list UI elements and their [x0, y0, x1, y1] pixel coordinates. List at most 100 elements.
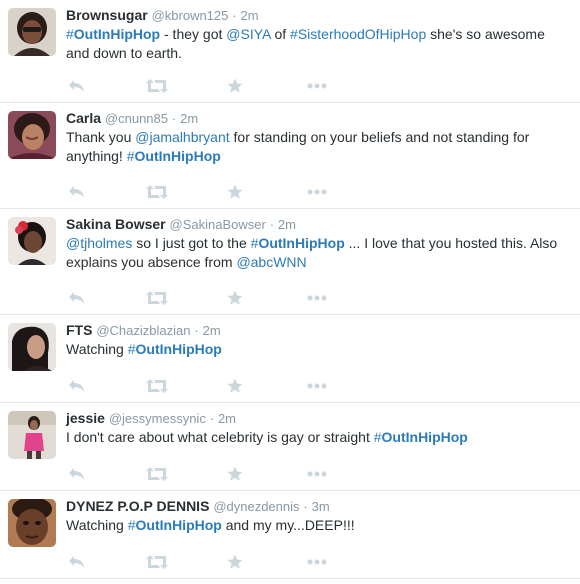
mention-link[interactable]: @tjholmes: [66, 235, 132, 251]
retweet-button[interactable]: [146, 76, 168, 96]
user-handle[interactable]: @Chazizblazian: [96, 323, 190, 338]
avatar[interactable]: [8, 499, 56, 547]
reply-icon: [69, 292, 84, 304]
tweet-actions: [66, 76, 366, 96]
tweet-text-segment: Watching: [66, 517, 128, 533]
tweet-header: FTS @Chazizblazian · 2m: [66, 321, 570, 340]
user-fullname[interactable]: Sakina Bowser: [66, 216, 166, 232]
user-handle[interactable]: @jessymessynic: [109, 411, 206, 426]
tweet-text-segment: and my my...DEEP!!!: [221, 517, 355, 533]
more-icon: [307, 559, 327, 565]
reply-button[interactable]: [66, 76, 88, 96]
reply-button[interactable]: [66, 376, 88, 396]
more-button[interactable]: [306, 76, 328, 96]
tweet-text: Thank you @jamalhbryant for standing on …: [66, 128, 570, 166]
favorite-button[interactable]: [224, 288, 246, 308]
star-icon: [227, 78, 243, 93]
tweet-actions: [66, 182, 366, 202]
separator-dot: ·: [194, 323, 199, 338]
avatar[interactable]: [8, 411, 56, 459]
user-handle[interactable]: @SakinaBowser: [170, 217, 266, 232]
user-fullname[interactable]: jessie: [66, 410, 105, 426]
retweet-button[interactable]: [146, 552, 168, 572]
retweet-button[interactable]: [146, 376, 168, 396]
separator-dot: ·: [269, 217, 275, 232]
tweet[interactable]: DYNEZ P.O.P DENNIS @dynezdennis · 3m Wat…: [0, 491, 580, 579]
mention-link[interactable]: @SIYA: [226, 26, 270, 42]
more-icon: [307, 295, 327, 301]
more-button[interactable]: [306, 182, 328, 202]
separator-dot: ·: [303, 499, 308, 514]
tweet-timestamp[interactable]: 2m: [180, 111, 198, 126]
star-icon: [227, 554, 243, 569]
mention-link[interactable]: @abcWNN: [236, 254, 306, 270]
avatar[interactable]: [8, 111, 56, 159]
tweet[interactable]: Carla @cnunn85 · 2m Thank you @jamalhbry…: [0, 103, 580, 209]
more-button[interactable]: [306, 376, 328, 396]
more-icon: [307, 383, 327, 389]
user-fullname[interactable]: Brownsugar: [66, 7, 148, 23]
retweet-icon: [146, 291, 168, 305]
tweet-timestamp[interactable]: 2m: [203, 323, 221, 338]
user-fullname[interactable]: FTS: [66, 322, 92, 338]
hashtag-link[interactable]: #OutInHipHop: [128, 517, 222, 533]
reply-icon: [69, 556, 84, 568]
more-button[interactable]: [306, 552, 328, 572]
more-icon: [307, 189, 327, 195]
tweet-header: Sakina Bowser @SakinaBowser · 2m: [66, 215, 570, 234]
reply-button[interactable]: [66, 182, 88, 202]
star-icon: [227, 184, 243, 199]
user-fullname[interactable]: DYNEZ P.O.P DENNIS: [66, 498, 209, 514]
hashtag-link[interactable]: #OutInHipHop: [127, 148, 221, 164]
user-handle[interactable]: @dynezdennis: [213, 499, 299, 514]
star-icon: [227, 378, 243, 393]
user-fullname[interactable]: Carla: [66, 110, 101, 126]
retweet-button[interactable]: [146, 464, 168, 484]
tweet-text-segment: I don't care about what celebrity is gay…: [66, 429, 374, 445]
more-icon: [307, 83, 327, 89]
tweet-actions: [66, 376, 366, 396]
more-button[interactable]: [306, 464, 328, 484]
avatar[interactable]: [8, 8, 56, 56]
reply-icon: [69, 80, 84, 92]
mention-link[interactable]: @jamalhbryant: [135, 129, 229, 145]
user-handle[interactable]: @cnunn85: [105, 111, 168, 126]
hashtag-link[interactable]: #OutInHipHop: [128, 341, 222, 357]
favorite-button[interactable]: [224, 552, 246, 572]
reply-button[interactable]: [66, 288, 88, 308]
favorite-button[interactable]: [224, 182, 246, 202]
tweet-timestamp[interactable]: 2m: [218, 411, 236, 426]
tweet[interactable]: Sakina Bowser @SakinaBowser · 2m @tjholm…: [0, 209, 580, 315]
tweet-timestamp[interactable]: 3m: [312, 499, 330, 514]
hashtag-link[interactable]: #SisterhoodOfHipHop: [290, 26, 426, 42]
tweet[interactable]: Brownsugar @kbrown125 · 2m #OutInHipHop …: [0, 0, 580, 103]
tweet[interactable]: jessie @jessymessynic · 2m I don't care …: [0, 403, 580, 491]
separator-dot: ·: [171, 111, 177, 126]
tweet-timestamp[interactable]: 2m: [278, 217, 296, 232]
tweet-header: DYNEZ P.O.P DENNIS @dynezdennis · 3m: [66, 497, 570, 516]
star-icon: [227, 466, 243, 481]
reply-button[interactable]: [66, 464, 88, 484]
tweet[interactable]: FTS @Chazizblazian · 2m Watching #OutInH…: [0, 315, 580, 403]
user-handle[interactable]: @kbrown125: [152, 8, 229, 23]
tweet-text: #OutInHipHop - they got @SIYA of #Sister…: [66, 25, 570, 63]
tweet-header: jessie @jessymessynic · 2m: [66, 409, 570, 428]
hashtag-link[interactable]: #OutInHipHop: [251, 235, 345, 251]
hashtag-link[interactable]: #OutInHipHop: [374, 429, 468, 445]
avatar[interactable]: [8, 217, 56, 265]
retweet-button[interactable]: [146, 182, 168, 202]
favorite-button[interactable]: [224, 376, 246, 396]
reply-icon: [69, 380, 84, 392]
reply-icon: [69, 186, 84, 198]
hashtag-link[interactable]: #OutInHipHop: [66, 26, 160, 42]
tweet-timestamp[interactable]: 2m: [241, 8, 259, 23]
more-icon: [307, 471, 327, 477]
favorite-button[interactable]: [224, 464, 246, 484]
reply-button[interactable]: [66, 552, 88, 572]
separator-dot: ·: [232, 8, 237, 23]
avatar[interactable]: [8, 323, 56, 371]
tweet-header: Carla @cnunn85 · 2m: [66, 109, 570, 128]
favorite-button[interactable]: [224, 76, 246, 96]
more-button[interactable]: [306, 288, 328, 308]
retweet-button[interactable]: [146, 288, 168, 308]
